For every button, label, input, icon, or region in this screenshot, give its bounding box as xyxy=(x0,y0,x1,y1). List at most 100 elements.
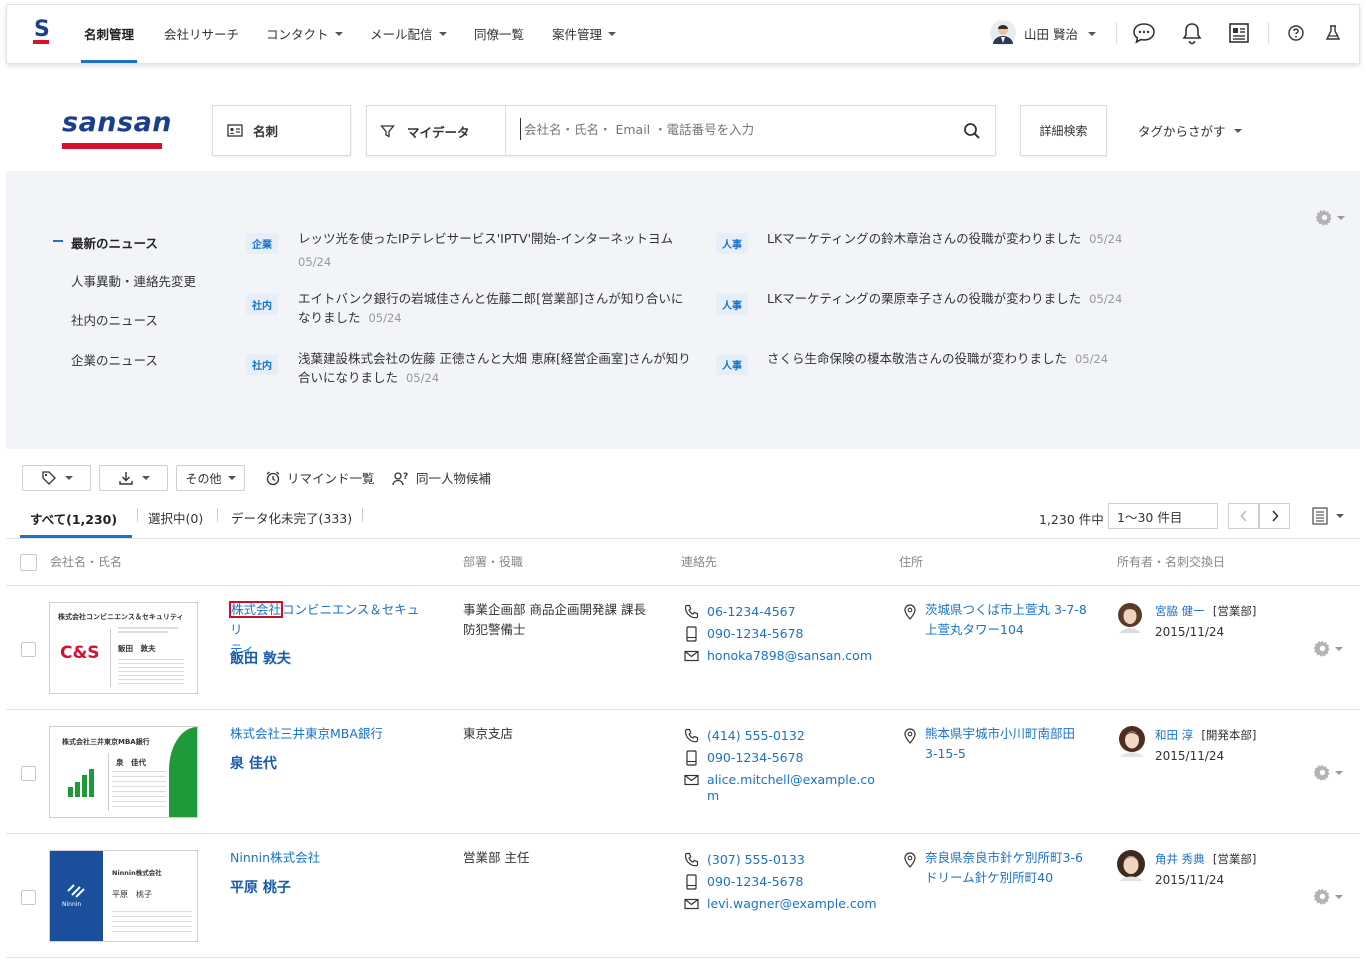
row-checkbox[interactable] xyxy=(21,642,36,657)
search-input[interactable] xyxy=(520,118,950,140)
nav-colleagues[interactable]: 同僚一覧 xyxy=(474,24,524,43)
mail-icon xyxy=(684,650,699,662)
row-checkbox[interactable] xyxy=(21,766,36,781)
email-link[interactable]: levi.wagner@example.com xyxy=(684,896,877,912)
news-category-personnel[interactable]: 人事異動・連絡先変更 xyxy=(71,271,196,290)
business-card-thumbnail[interactable]: 株式会社コンビニエンス＆セキュリティ C&S 飯田 敦夫 xyxy=(49,602,198,694)
row-checkbox[interactable] xyxy=(21,890,36,905)
news-item[interactable]: さくら生命保険の榎本敬浩さんの役職が変わりました 05/24 xyxy=(767,349,1327,369)
column-header-dept[interactable]: 部署・役職 xyxy=(463,553,523,570)
column-header-address[interactable]: 住所 xyxy=(899,553,923,570)
business-card-thumbnail[interactable]: Ninnin Ninnin株式会社 平原 桃子 xyxy=(49,850,198,942)
prev-page-button[interactable] xyxy=(1228,503,1259,529)
row-settings-button[interactable] xyxy=(1314,764,1343,781)
divider xyxy=(6,709,1360,710)
mobile-link[interactable]: 090-1234-5678 xyxy=(684,750,875,766)
nav-company-research[interactable]: 会社リサーチ xyxy=(164,24,239,43)
phone-link[interactable]: (414) 555-0132 xyxy=(684,728,875,744)
news-item[interactable]: エイトバンク銀行の岩城佳さんと佐藤二郎[営業部]さんが知り合いに なりました 0… xyxy=(298,289,698,328)
scope-filter[interactable]: マイデータ xyxy=(380,122,470,141)
divider xyxy=(217,508,218,522)
nav-contact[interactable]: コンタクト xyxy=(266,24,343,43)
chat-icon[interactable] xyxy=(1132,22,1156,44)
owner-info: 角井 秀典 [営業部] 2015/11/24 xyxy=(1155,852,1257,887)
mobile-link[interactable]: 090-1234-5678 xyxy=(684,874,877,890)
chevron-down-icon xyxy=(1335,646,1343,651)
advanced-search-button[interactable]: 詳細検索 xyxy=(1020,105,1107,156)
address-link[interactable]: 奈良県奈良市針ケ別所町3-6 ドリーム針ケ別所町40 xyxy=(925,848,1083,888)
company-link[interactable]: Ninnin株式会社 xyxy=(230,848,320,868)
address-link[interactable]: 茨城県つくば市上萱丸 3-7-8 上萱丸タワー104 xyxy=(925,600,1087,640)
next-page-button[interactable] xyxy=(1259,503,1290,529)
map-pin-icon xyxy=(904,728,916,744)
page-range-select[interactable]: 1〜30 件目 xyxy=(1108,503,1218,529)
news-category-company[interactable]: 企業のニュース xyxy=(71,350,158,369)
app-logo[interactable]: S xyxy=(32,16,52,46)
news-item[interactable]: LKマーケティングの鈴木章治さんの役職が変わりました 05/24 xyxy=(767,229,1327,249)
flask-icon[interactable] xyxy=(1325,24,1341,42)
tab-selected[interactable]: 選択中(0) xyxy=(148,508,203,527)
phone-link[interactable]: 06-1234-4567 xyxy=(684,604,872,620)
address-link[interactable]: 熊本県宇城市小川町南部田 3-15-5 xyxy=(925,724,1075,764)
news-category-internal[interactable]: 社内のニュース xyxy=(71,310,158,329)
person-name[interactable]: 平原 桃子 xyxy=(230,877,291,897)
tag-button[interactable] xyxy=(22,465,91,491)
mobile-icon xyxy=(686,750,697,766)
tab-incomplete[interactable]: データ化未完了(333) xyxy=(231,508,352,527)
bell-icon[interactable] xyxy=(1181,21,1203,45)
map-pin-icon xyxy=(904,604,916,620)
nav-deals[interactable]: 案件管理 xyxy=(552,24,617,43)
card-list-icon[interactable] xyxy=(1228,22,1250,44)
news-item[interactable]: レッツ光を使ったIPテレビサービス'IPTV'開始-インターネットヨム 05/2… xyxy=(298,229,698,272)
column-header-contact[interactable]: 連絡先 xyxy=(681,553,717,570)
divider xyxy=(6,833,1360,834)
column-header-company[interactable]: 会社名・氏名 xyxy=(50,553,122,570)
business-card-thumbnail[interactable]: 株式会社三井東京MBA銀行 泉 佳代 xyxy=(49,726,198,818)
owner-info: 和田 淳 [開発本部] 2015/11/24 xyxy=(1155,728,1257,763)
help-icon[interactable] xyxy=(1288,25,1304,41)
nav-card-management[interactable]: 名刺管理 xyxy=(84,24,134,43)
tab-all[interactable]: すべて(1,230) xyxy=(30,509,117,528)
tag-search-dropdown[interactable]: タグからさがす xyxy=(1138,121,1242,140)
owner-link[interactable]: 和田 淳 xyxy=(1155,728,1193,742)
email-link[interactable]: alice.mitchell@example.co m xyxy=(684,772,875,804)
mail-icon xyxy=(684,898,699,910)
owner-avatar xyxy=(1115,849,1147,881)
user-avatar[interactable] xyxy=(990,20,1016,46)
row-settings-button[interactable] xyxy=(1314,640,1343,657)
news-settings-button[interactable] xyxy=(1316,209,1345,226)
select-all-checkbox[interactable] xyxy=(20,554,37,571)
phone-link[interactable]: (307) 555-0133 xyxy=(684,852,877,868)
other-menu-button[interactable]: その他 xyxy=(176,465,245,491)
download-button[interactable] xyxy=(99,465,168,491)
column-header-owner[interactable]: 所有者・名刺交換日 xyxy=(1117,553,1225,570)
chevron-down-icon xyxy=(227,476,236,480)
exchange-date: 2015/11/24 xyxy=(1155,749,1225,763)
nav-mail[interactable]: メール配信 xyxy=(370,24,447,43)
person-name[interactable]: 飯田 敦夫 xyxy=(230,648,291,668)
user-menu[interactable]: 山田 賢治 xyxy=(1024,24,1096,43)
download-icon xyxy=(118,472,133,485)
sansan-logo[interactable]: sansan xyxy=(62,107,172,138)
search-type-selector[interactable]: 名刺 xyxy=(212,105,351,156)
news-item[interactable]: 浅葉建設株式会社の佐藤 正徳さんと大畑 恵麻[経営企画室]さんが知り 合いになり… xyxy=(298,349,698,388)
divider xyxy=(362,508,363,522)
duplicate-candidates-link[interactable]: ? 同一人物候補 xyxy=(392,468,491,487)
owner-link[interactable]: 宮脇 健一 xyxy=(1155,604,1205,618)
news-category-latest[interactable]: 最新のニュース xyxy=(71,233,158,252)
mobile-link[interactable]: 090-1234-5678 xyxy=(684,626,872,642)
phone-icon xyxy=(684,852,699,867)
company-link[interactable]: 株式会社三井東京MBA銀行 xyxy=(230,724,383,744)
person-name[interactable]: 泉 佳代 xyxy=(230,753,277,773)
news-item[interactable]: LKマーケティングの栗原幸子さんの役職が変わりました 05/24 xyxy=(767,289,1327,309)
owner-link[interactable]: 角井 秀典 xyxy=(1155,852,1205,866)
view-mode-button[interactable] xyxy=(1312,507,1344,525)
nav-active-indicator xyxy=(81,60,137,63)
chevron-down-icon xyxy=(608,31,617,36)
email-link[interactable]: honoka7898@sansan.com xyxy=(684,648,872,664)
search-icon[interactable] xyxy=(963,122,981,140)
chevron-down-icon xyxy=(1335,770,1343,775)
total-count: 1,230 件中 xyxy=(1039,512,1104,527)
row-settings-button[interactable] xyxy=(1314,888,1343,905)
remind-list-link[interactable]: リマインド一覧 xyxy=(265,468,375,487)
